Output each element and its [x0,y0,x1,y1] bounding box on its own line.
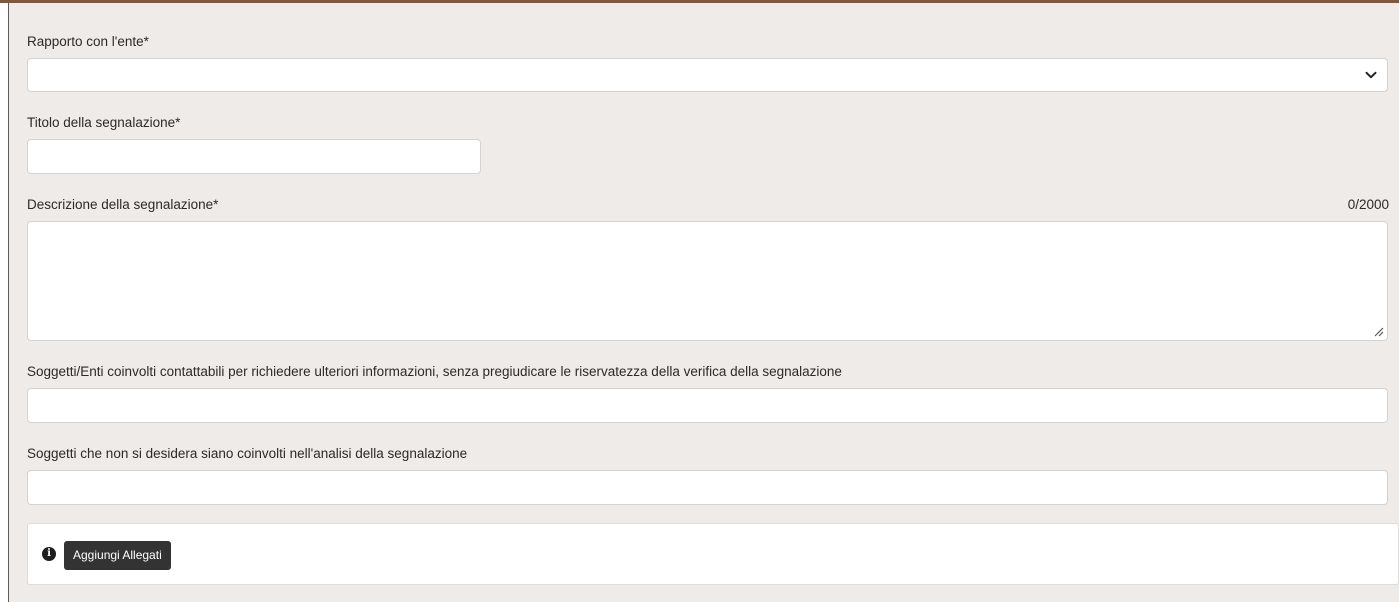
info-circle-icon[interactable]: i [42,547,56,561]
report-form-panel: Rapporto con l'ente* Titolo della segnal… [9,3,1399,602]
chevron-down-icon [1365,71,1377,79]
descrizione-textarea[interactable] [27,221,1388,341]
titolo-label: Titolo della segnalazione* [27,115,181,130]
soggetti-esclusi-label: Soggetti che non si desidera siano coinv… [27,446,468,461]
rapporto-label: Rapporto con l'ente* [27,34,149,49]
character-counter: 0/2000 [1347,197,1389,212]
attachments-section: i Aggiungi Allegati [27,523,1399,585]
soggetti-esclusi-input[interactable] [27,470,1388,505]
resize-handle-icon[interactable] [1372,325,1384,337]
rapporto-select[interactable] [27,58,1388,92]
soggetti-coinvolti-input[interactable] [27,388,1388,423]
titolo-input[interactable] [27,139,481,174]
descrizione-label: Descrizione della segnalazione* [27,197,219,212]
add-attachments-button[interactable]: Aggiungi Allegati [64,541,171,570]
soggetti-coinvolti-label: Soggetti/Enti coinvolti contattabili per… [27,364,842,379]
